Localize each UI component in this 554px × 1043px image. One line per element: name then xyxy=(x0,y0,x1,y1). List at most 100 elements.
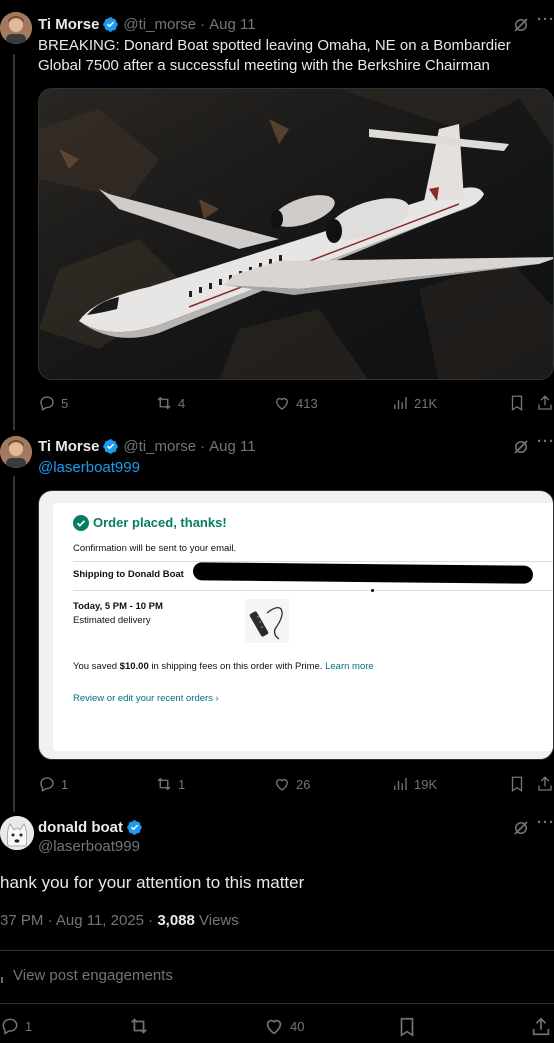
repost-button[interactable]: 1 xyxy=(155,774,185,794)
delivery-label: Estimated delivery xyxy=(73,615,151,626)
tweet-text: BREAKING: Donard Boat spotted leaving Om… xyxy=(38,37,511,74)
more-options-icon[interactable]: ··· xyxy=(537,814,554,831)
more-options-icon[interactable]: ··· xyxy=(537,433,554,450)
more-options-icon[interactable]: ··· xyxy=(537,11,554,28)
order-title: Order placed, thanks! xyxy=(93,515,227,530)
divider xyxy=(0,950,554,951)
heart-icon xyxy=(266,1019,282,1035)
bookmark-icon[interactable] xyxy=(508,775,526,793)
handle[interactable]: @ti_morse xyxy=(123,16,196,33)
reply-count: 1 xyxy=(61,776,69,792)
like-count: 413 xyxy=(296,395,318,411)
display-name[interactable]: Ti Morse xyxy=(38,16,99,33)
reply-button[interactable]: 5 xyxy=(38,393,68,413)
verified-badge-icon xyxy=(103,16,119,32)
grok-icon[interactable] xyxy=(512,819,530,837)
tweet-actions: 5 4 413 21K xyxy=(0,393,554,413)
display-name[interactable]: Ti Morse xyxy=(38,438,99,455)
avatar[interactable] xyxy=(0,816,34,850)
dot-separator: · xyxy=(200,15,206,33)
tweet-image[interactable]: Order placed, thanks! Confirmation will … xyxy=(38,490,554,760)
heart-icon xyxy=(276,397,288,410)
reply-icon xyxy=(40,777,54,792)
reply-icon xyxy=(2,1018,18,1035)
like-button[interactable]: 413 xyxy=(273,393,318,413)
tweet-header: donald boat xyxy=(38,817,143,837)
savings-prefix: You saved xyxy=(73,661,120,672)
thread-line xyxy=(13,476,15,812)
verified-badge-icon xyxy=(103,438,119,454)
tweet-header: Ti Morse @ti_morse · Aug 11 xyxy=(38,436,256,456)
redaction-bar xyxy=(192,562,534,584)
repost-icon xyxy=(131,1018,147,1034)
display-name[interactable]: donald boat xyxy=(38,819,123,836)
views-label: Views xyxy=(194,912,239,929)
divider xyxy=(0,1003,554,1004)
like-count: 40 xyxy=(290,1018,305,1034)
delivery-window: Today, 5 PM - 10 PM xyxy=(73,601,163,612)
view-count: 21K xyxy=(414,395,438,411)
order-receipt: Order placed, thanks! Confirmation will … xyxy=(53,503,553,751)
mention-link[interactable]: @laserboat999 xyxy=(38,458,140,478)
check-circle-icon xyxy=(73,515,89,531)
like-button[interactable]: 26 xyxy=(273,774,310,794)
dot-separator: · xyxy=(200,437,206,455)
review-orders-link[interactable]: Review or edit your recent orders › xyxy=(73,693,219,704)
receipt-divider xyxy=(73,590,553,591)
main-tweet-actions: 1 40 xyxy=(0,1016,554,1038)
jet-photo xyxy=(39,89,553,379)
reply-button[interactable]: 1 xyxy=(38,774,68,794)
handle[interactable]: @laserboat999 xyxy=(38,838,140,855)
tweet-image[interactable] xyxy=(38,88,554,380)
repost-button[interactable]: 4 xyxy=(155,393,185,413)
learn-more-link[interactable]: Learn more xyxy=(325,661,374,672)
analytics-icon xyxy=(394,397,407,409)
views-count: 3,088 xyxy=(157,912,195,929)
analytics-icon xyxy=(394,778,407,790)
post-meta: 37 PM · Aug 11, 2025 · 3,088 Views xyxy=(0,912,239,929)
repost-button[interactable] xyxy=(128,1016,155,1036)
repost-icon xyxy=(157,396,171,410)
tweet-header: Ti Morse @ti_morse · Aug 11 xyxy=(38,14,256,34)
avatar[interactable] xyxy=(0,436,32,468)
thread-line xyxy=(13,54,15,430)
views-button[interactable]: 19K xyxy=(391,774,437,794)
repost-icon xyxy=(157,777,171,791)
view-engagements-label: View post engagements xyxy=(13,967,173,984)
share-icon[interactable] xyxy=(536,775,554,793)
savings-amount: $10.00 xyxy=(119,661,149,672)
grok-icon[interactable] xyxy=(512,16,530,34)
views-button[interactable]: 21K xyxy=(391,393,437,413)
shipping-label: Shipping to Donald Boat xyxy=(73,569,184,580)
view-engagements-link[interactable]: View post engagements xyxy=(0,967,173,984)
bookmark-icon[interactable] xyxy=(396,1016,418,1038)
bookmark-icon[interactable] xyxy=(508,394,526,412)
handle[interactable]: @ti_morse xyxy=(123,438,196,455)
reply-count: 1 xyxy=(25,1018,33,1034)
main-tweet-text: hank you for your attention to this matt… xyxy=(0,873,305,892)
dot-mark xyxy=(371,589,374,592)
analytics-icon xyxy=(1,976,3,983)
like-button[interactable]: 40 xyxy=(263,1016,304,1036)
share-icon[interactable] xyxy=(530,1016,552,1038)
repost-count: 4 xyxy=(178,395,186,411)
tweet-actions: 1 1 26 19K xyxy=(0,774,554,794)
reply-button[interactable]: 1 xyxy=(0,1016,32,1036)
heart-icon xyxy=(276,778,288,791)
power-strip-image xyxy=(245,599,289,643)
savings-text: You saved $10.00 in shipping fees on thi… xyxy=(73,661,374,672)
view-count: 19K xyxy=(414,776,438,792)
verified-badge-icon xyxy=(127,819,142,835)
grok-icon[interactable] xyxy=(512,438,530,456)
timestamp[interactable]: Aug 11 xyxy=(209,438,255,455)
post-timestamp[interactable]: 37 PM · Aug 11, 2025 · xyxy=(0,912,157,929)
reply-icon xyxy=(40,396,54,411)
like-count: 26 xyxy=(296,776,311,792)
repost-count: 1 xyxy=(178,776,186,792)
reply-count: 5 xyxy=(61,395,69,411)
avatar[interactable] xyxy=(0,12,32,44)
timestamp[interactable]: Aug 11 xyxy=(209,16,255,33)
share-icon[interactable] xyxy=(536,394,554,412)
savings-suffix: in shipping fees on this order with Prim… xyxy=(148,661,323,672)
confirmation-text: Confirmation will be sent to your email. xyxy=(73,543,237,554)
